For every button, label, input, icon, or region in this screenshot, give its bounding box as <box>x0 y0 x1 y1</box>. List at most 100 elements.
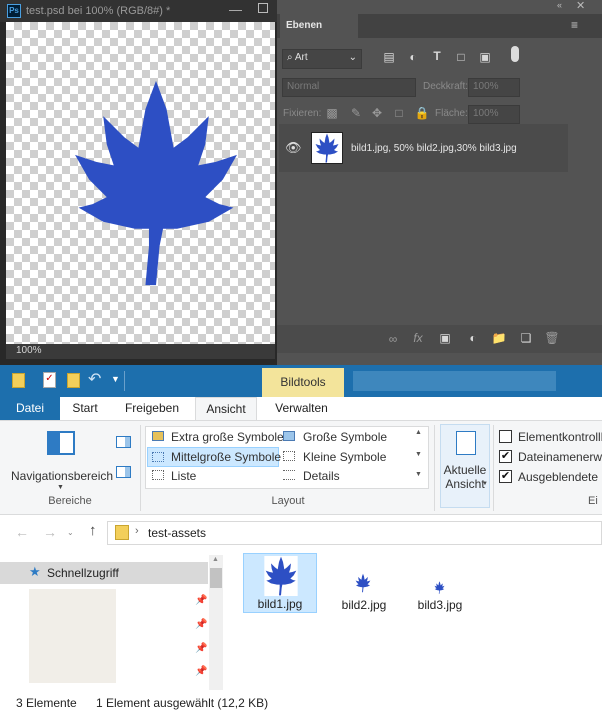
ps-app-icon: Ps <box>7 4 21 18</box>
checkbox-label: Elementkontrollk <box>518 430 602 444</box>
breadcrumb-folder[interactable]: test-assets <box>148 526 206 540</box>
layout-medium-icons[interactable]: Mittelgroße Symbole <box>147 447 281 467</box>
tab-ansicht[interactable]: Ansicht <box>195 397 257 421</box>
navigation-pane-icon <box>47 431 75 455</box>
filter-toggle-icon[interactable] <box>511 46 519 62</box>
tab-datei[interactable]: Datei <box>0 397 60 420</box>
status-bar: 3 Elemente 1 Element ausgewählt (12,2 KB… <box>0 692 602 722</box>
navigation-pane-label: Navigationsbereich <box>11 469 114 483</box>
layout-list[interactable]: Liste <box>149 467 279 486</box>
pin-icon[interactable]: 📌 <box>195 666 207 677</box>
search-icon: ⌕ <box>287 52 293 63</box>
layers-panel: « ✕ Ebenen ≡ ⌕ Art ⌄ ▤ ◐ T □ ▣ Normal De… <box>277 0 602 365</box>
folder-icon[interactable] <box>12 373 25 388</box>
nav-scrollbar[interactable]: ▲ <box>209 555 223 690</box>
checkbox-checked[interactable]: ✔ <box>499 470 512 483</box>
adjustment-layer-icon[interactable]: ◐ <box>465 331 481 345</box>
group-folder-icon[interactable]: 📁 <box>491 331 507 345</box>
collapse-panels-icon[interactable]: « <box>557 0 562 10</box>
file-explorer-window: ✓ ↶ ▼ Bildtools Datei Start Freigeben An… <box>0 365 602 722</box>
checkbox-hidden-items[interactable]: ✔ Ausgeblendete E <box>498 469 602 487</box>
adjustment-filter-icon[interactable]: ◐ <box>405 50 421 64</box>
layout-extra-large-icons[interactable]: Extra große Symbole <box>149 428 284 447</box>
address-field[interactable]: › test-assets <box>107 521 602 545</box>
back-icon[interactable]: ← <box>15 524 29 540</box>
group-divider <box>434 425 435 511</box>
add-mask-icon[interactable]: ▣ <box>437 331 453 345</box>
gallery-more-icon[interactable]: ▼ <box>415 471 422 478</box>
photoshop-window: Ps test.psd bei 100% (RGB/8#) * — 100% «… <box>0 0 602 365</box>
canvas[interactable] <box>6 22 275 344</box>
document-tab[interactable]: Ps test.psd bei 100% (RGB/8#) * — <box>0 0 277 22</box>
blend-mode-select[interactable]: Normal <box>282 78 416 97</box>
forward-icon[interactable]: → <box>43 524 57 540</box>
panel-menu-icon[interactable]: ≡ <box>571 18 578 32</box>
ribbon-ansicht: Navigationsbereich ▼ Bereiche Extra groß… <box>0 420 602 515</box>
lock-artboard-icon[interactable]: □ <box>391 106 407 120</box>
tab-freigeben[interactable]: Freigeben <box>114 397 190 420</box>
document-window: Ps test.psd bei 100% (RGB/8#) * — 100% <box>0 0 277 365</box>
scroll-thumb[interactable] <box>210 568 222 588</box>
layer-style-icon[interactable]: fx <box>410 331 426 345</box>
text-filter-icon[interactable]: T <box>429 49 445 63</box>
chevron-down-icon: ▼ <box>482 481 488 487</box>
gallery-scroll-down-icon[interactable]: ▼ <box>415 451 422 458</box>
navigation-pane-button[interactable]: Navigationsbereich ▼ <box>6 427 114 491</box>
minimize-icon[interactable]: — <box>229 2 242 17</box>
chevron-down-icon: ⌄ <box>348 52 357 63</box>
layout-details[interactable]: Details <box>280 467 410 486</box>
current-view-button[interactable]: Aktuelle Ansicht ▼ <box>440 424 490 508</box>
delete-layer-icon[interactable]: 🗑 <box>544 331 560 345</box>
lock-position-icon[interactable]: ✥ <box>369 106 385 120</box>
tab-start[interactable]: Start <box>62 397 108 420</box>
filter-kind-select[interactable]: ⌕ Art ⌄ <box>282 49 362 69</box>
up-icon[interactable]: ↑ <box>89 522 97 539</box>
properties-icon[interactable]: ✓ <box>43 372 56 388</box>
checkbox-item-check-boxes[interactable]: Elementkontrollk <box>498 429 602 447</box>
recent-locations-icon[interactable]: ⌄ <box>67 528 74 537</box>
lock-paint-icon[interactable]: ✎ <box>348 106 364 120</box>
tab-verwalten[interactable]: Verwalten <box>262 397 341 420</box>
zoom-level[interactable]: 100% <box>6 344 275 359</box>
tab-ebenen[interactable]: Ebenen <box>280 14 358 38</box>
shape-filter-icon[interactable]: □ <box>453 50 469 64</box>
pin-icon[interactable]: 📌 <box>195 619 207 630</box>
scroll-up-icon[interactable]: ▲ <box>212 556 219 563</box>
checkbox-label: Dateinamenerwe <box>518 450 602 464</box>
layout-small-icons[interactable]: Kleine Symbole <box>280 448 410 467</box>
smart-object-filter-icon[interactable]: ▣ <box>477 50 493 64</box>
nav-item-quick-access[interactable]: ★ Schnellzugriff <box>0 562 208 584</box>
close-panel-icon[interactable]: ✕ <box>576 0 585 12</box>
undo-icon[interactable]: ↶ <box>88 369 101 389</box>
new-layer-icon[interactable]: ❏ <box>518 331 534 345</box>
new-folder-icon[interactable] <box>67 373 80 388</box>
eye-icon[interactable]: 👁 <box>285 140 302 156</box>
layer-name[interactable]: bild1.jpg, 50% bild2.jpg,30% bild3.jpg <box>351 143 517 154</box>
pin-icon[interactable]: 📌 <box>195 643 207 654</box>
checkbox-file-extensions[interactable]: ✔ Dateinamenerwe <box>498 449 602 467</box>
file-item-selected[interactable]: bild1.jpg <box>243 553 317 613</box>
pin-icon[interactable]: 📌 <box>195 595 207 606</box>
file-item[interactable]: bild2.jpg <box>327 553 401 613</box>
file-item[interactable]: bild3.jpg <box>403 553 477 613</box>
opacity-input[interactable]: 100% <box>468 78 520 97</box>
tab-bildtools[interactable]: Bildtools <box>262 368 344 397</box>
fill-input[interactable]: 100% <box>468 105 520 124</box>
restore-icon[interactable] <box>258 3 268 13</box>
layout-large-icons[interactable]: Große Symbole <box>280 428 410 447</box>
lock-transparent-icon[interactable]: ▩ <box>324 106 340 120</box>
checkbox-checked[interactable]: ✔ <box>499 450 512 463</box>
link-layers-icon[interactable]: ∞ <box>385 332 401 346</box>
preview-pane-icon[interactable] <box>116 436 131 448</box>
document-title: test.psd bei 100% (RGB/8#) * <box>26 5 171 17</box>
layer-row[interactable]: 👁 bild1.jpg, 50% bild2.jpg,30% bild3.jpg <box>279 124 568 172</box>
bild1-thumbnail <box>264 556 298 596</box>
layout-label: Kleine Symbole <box>303 450 387 464</box>
quick-access-dropdown-icon[interactable]: ▼ <box>111 374 120 384</box>
image-filter-icon[interactable]: ▤ <box>381 50 397 64</box>
checkbox[interactable] <box>499 430 512 443</box>
lock-all-icon[interactable]: 🔒 <box>414 106 430 120</box>
details-pane-icon[interactable] <box>116 466 131 478</box>
gallery-scroll-up-icon[interactable]: ▲ <box>415 429 422 436</box>
details-icon <box>283 470 295 480</box>
